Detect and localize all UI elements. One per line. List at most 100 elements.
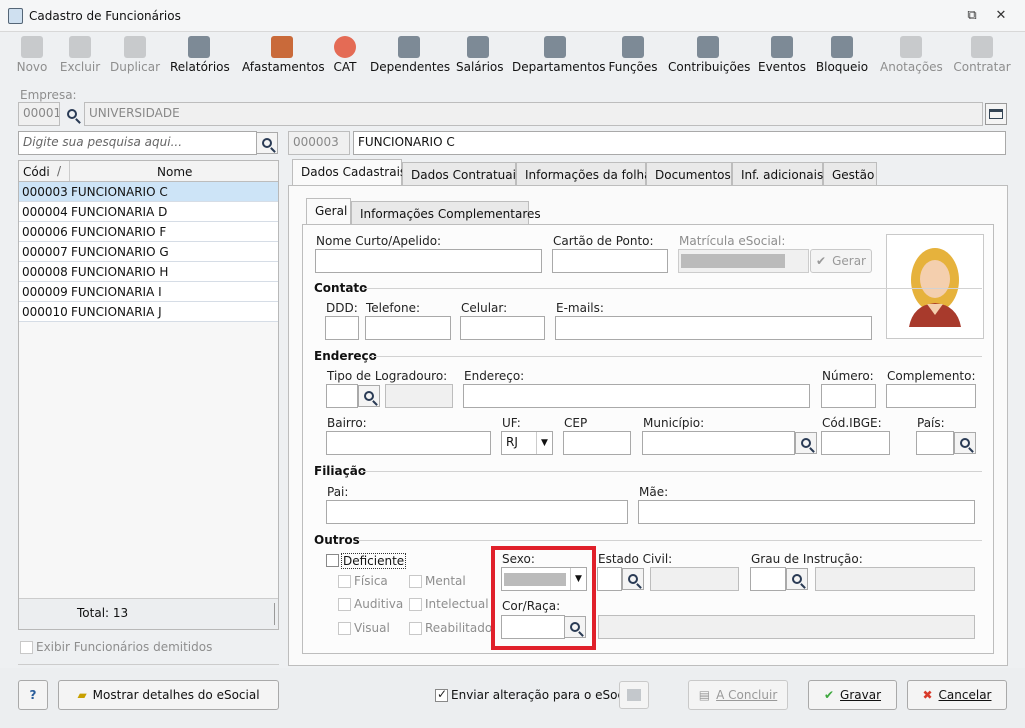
current-code-field[interactable]: 000003 xyxy=(288,131,350,155)
concluir-button[interactable]: ▤ A Concluir xyxy=(688,680,788,710)
pais-field[interactable] xyxy=(916,431,954,455)
novo-button[interactable]: Novo xyxy=(10,32,54,78)
toolbar: Novo Excluir Duplicar Relatórios Afastam… xyxy=(8,32,1020,80)
grau-instrucao-desc-field[interactable] xyxy=(815,567,975,591)
contato-section-title: Contato xyxy=(314,281,368,295)
complemento-field[interactable] xyxy=(886,384,976,408)
restore-icon[interactable]: ⧉ xyxy=(962,6,982,26)
help-button[interactable]: ? xyxy=(18,680,48,710)
deficiente-checkbox[interactable] xyxy=(326,554,339,567)
bairro-field[interactable] xyxy=(326,431,491,455)
uf-select[interactable]: RJ ▼ xyxy=(501,431,553,455)
anotacoes-button[interactable]: Anotações xyxy=(880,32,943,78)
tab-dados-contratuais[interactable]: Dados Contratuais xyxy=(402,162,522,186)
grau-instrucao-field[interactable] xyxy=(750,567,786,591)
mental-checkbox[interactable] xyxy=(409,575,422,588)
empresa-search-button[interactable] xyxy=(61,103,83,125)
employee-list: Códi / Nome 000003 FUNCIONARIO C 000004 FU… xyxy=(18,160,279,630)
tab-informacoes-folha[interactable]: Informações da folha xyxy=(516,162,652,186)
estado-civil-desc-field[interactable] xyxy=(650,567,739,591)
table-row[interactable]: 000009 FUNCIONARIA I xyxy=(19,282,278,302)
tab-informacoes-complementares[interactable]: Informações Complementares xyxy=(351,201,541,225)
enviar-esocial-checkbox[interactable] xyxy=(435,687,448,702)
search-button[interactable] xyxy=(256,132,278,154)
tipo-logradouro-field[interactable] xyxy=(326,384,358,408)
pai-field[interactable] xyxy=(326,500,628,524)
table-row[interactable]: 000010 FUNCIONARIA J xyxy=(19,302,278,322)
tab-geral[interactable]: Geral xyxy=(306,198,351,225)
close-icon[interactable]: ✕ xyxy=(991,6,1011,26)
contribuicoes-button[interactable]: Contribuições xyxy=(668,32,750,78)
excluir-button[interactable]: Excluir xyxy=(58,32,102,78)
empresa-code-field[interactable]: 00001 xyxy=(18,102,60,126)
sort-icon: / xyxy=(57,164,62,178)
nome-curto-field[interactable] xyxy=(315,249,542,273)
exibir-demitidos-label: Exibir Funcionários demitidos xyxy=(36,640,213,654)
emails-field[interactable] xyxy=(555,316,872,340)
gerar-button[interactable]: ✔ Gerar xyxy=(810,249,872,273)
numero-field[interactable] xyxy=(821,384,876,408)
table-row[interactable]: 000007 FUNCIONARIO G xyxy=(19,242,278,262)
municipio-label: Município: xyxy=(643,416,705,430)
celular-field[interactable] xyxy=(460,316,545,340)
empresa-name-field[interactable]: UNIVERSIDADE xyxy=(84,102,983,126)
esocial-details-button[interactable]: ▰ Mostrar detalhes do eSocial xyxy=(58,680,279,710)
duplicar-button[interactable]: Duplicar xyxy=(108,32,162,78)
endereco-field[interactable] xyxy=(463,384,810,408)
auditiva-checkbox[interactable] xyxy=(338,598,351,611)
telefone-field[interactable] xyxy=(365,316,451,340)
cat-button[interactable]: CAT xyxy=(330,32,360,78)
uf-label: UF: xyxy=(502,416,521,430)
departamentos-button[interactable]: Departamentos xyxy=(512,32,606,78)
tipo-logradouro-desc-field[interactable] xyxy=(385,384,453,408)
tab-inf-adicionais[interactable]: Inf. adicionais xyxy=(732,162,823,186)
table-row[interactable]: 000004 FUNCIONARIA D xyxy=(19,202,278,222)
fisica-checkbox[interactable] xyxy=(338,575,351,588)
cartao-field[interactable] xyxy=(552,249,668,273)
estado-civil-search-button[interactable] xyxy=(622,568,644,590)
reabilitado-checkbox[interactable] xyxy=(409,622,422,635)
current-name-field[interactable]: FUNCIONARIO C xyxy=(353,131,1006,155)
col-code-header[interactable]: Códi xyxy=(23,165,50,179)
municipio-search-button[interactable] xyxy=(795,432,817,454)
search-icon xyxy=(792,574,802,584)
funcoes-button[interactable]: Funções xyxy=(608,32,658,78)
tipo-logradouro-search-button[interactable] xyxy=(358,385,380,407)
app-icon xyxy=(8,8,23,24)
salarios-button[interactable]: Salários xyxy=(456,32,504,78)
cancelar-button[interactable]: ✖ Cancelar xyxy=(907,680,1007,710)
gravar-button[interactable]: ✔ Gravar xyxy=(808,680,897,710)
visual-checkbox[interactable] xyxy=(338,622,351,635)
ddd-field[interactable] xyxy=(325,316,359,340)
employee-avatar[interactable] xyxy=(886,234,984,339)
tab-documentos[interactable]: Documentos xyxy=(646,162,732,186)
table-row[interactable]: 000006 FUNCIONARIO F xyxy=(19,222,278,242)
intelectual-checkbox[interactable] xyxy=(409,598,422,611)
layout-button[interactable] xyxy=(985,103,1007,125)
table-row[interactable]: 000008 FUNCIONARIO H xyxy=(19,262,278,282)
search-input[interactable]: Digite sua pesquisa aqui... xyxy=(18,131,257,155)
exibir-demitidos-checkbox[interactable] xyxy=(20,641,33,654)
afastamentos-button[interactable]: Afastamentos xyxy=(242,32,325,78)
relatorios-button[interactable]: Relatórios xyxy=(170,32,230,78)
grau-instrucao-search-button[interactable] xyxy=(786,568,808,590)
cor-raca-desc-field[interactable] xyxy=(598,615,975,639)
tab-gestao[interactable]: Gestão xyxy=(823,162,877,186)
table-row[interactable]: 000003 FUNCIONARIO C xyxy=(19,182,278,202)
esocial-send-button[interactable] xyxy=(619,681,649,709)
cod-ibge-field[interactable] xyxy=(821,431,890,455)
cep-field[interactable] xyxy=(563,431,631,455)
contratar-button[interactable]: Contratar xyxy=(952,32,1012,78)
col-name-header[interactable]: Nome xyxy=(157,165,192,179)
estado-civil-field[interactable] xyxy=(597,567,622,591)
bloqueio-button[interactable]: Bloqueio xyxy=(814,32,870,78)
municipio-field[interactable] xyxy=(642,431,795,455)
mae-field[interactable] xyxy=(638,500,975,524)
pais-search-button[interactable] xyxy=(954,432,976,454)
eventos-button[interactable]: Eventos xyxy=(758,32,806,78)
dependentes-button[interactable]: Dependentes xyxy=(370,32,450,78)
matricula-field[interactable] xyxy=(678,249,809,273)
tab-dados-cadastrais[interactable]: Dados Cadastrais xyxy=(292,159,406,186)
enviar-esocial-label: Enviar alteração para o eSocial xyxy=(451,688,639,702)
check-icon: ✔ xyxy=(823,688,835,702)
